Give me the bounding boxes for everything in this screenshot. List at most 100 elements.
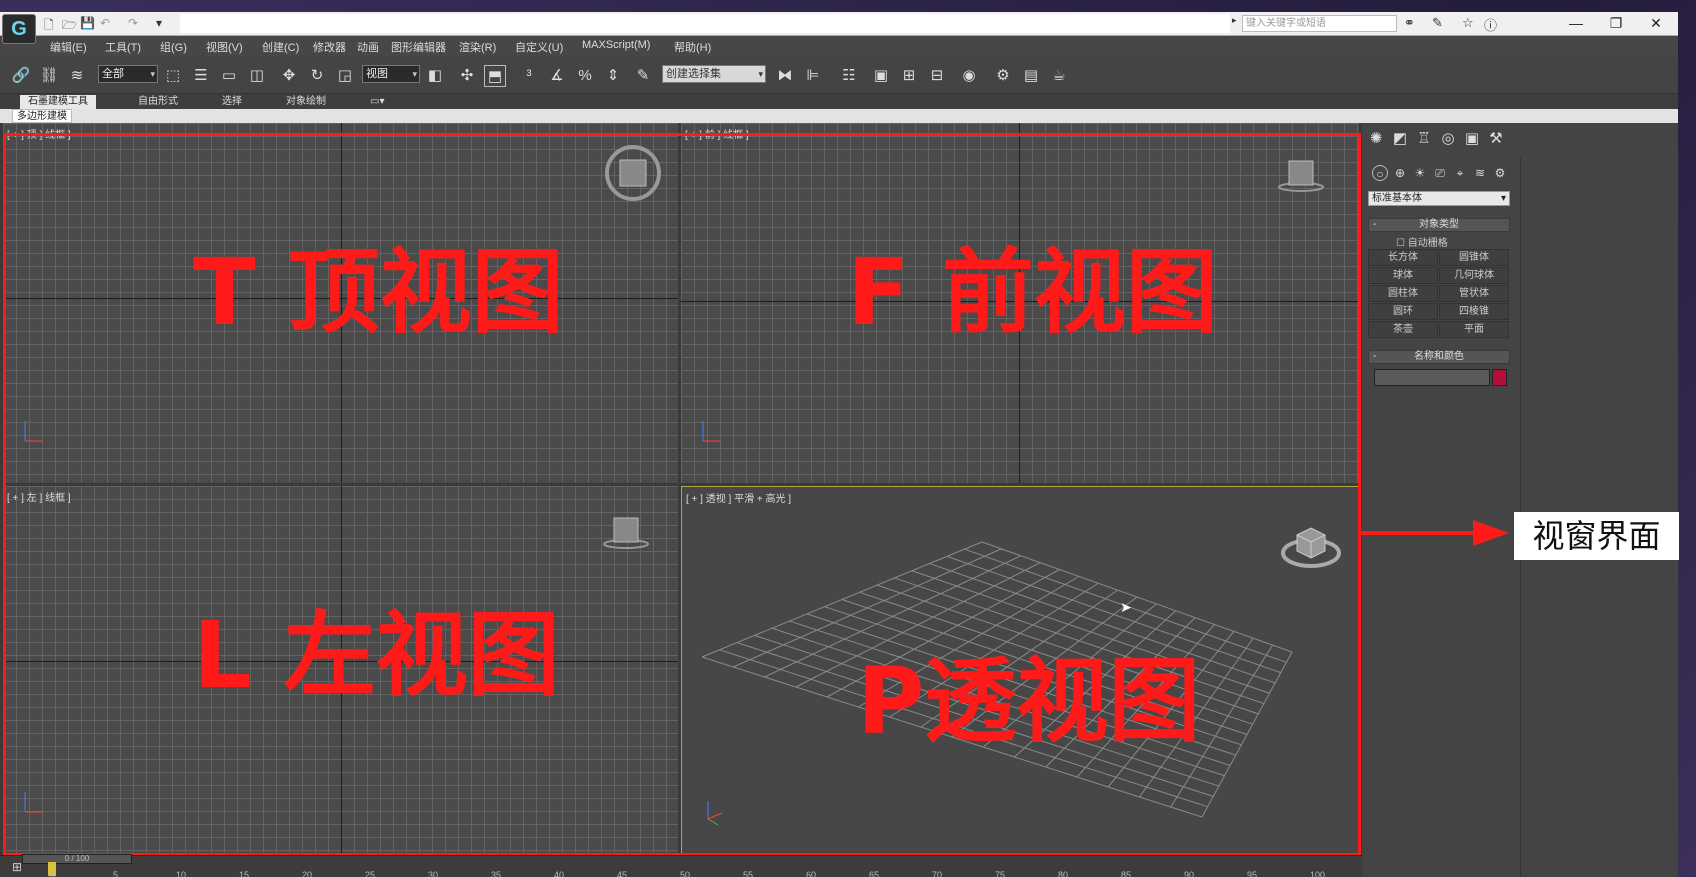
rotate-icon[interactable]: ↻ — [306, 65, 328, 87]
viewport-front-label[interactable]: [ + ] 前 ] 线框 ] — [685, 126, 749, 141]
geometry-icon[interactable]: ○ — [1372, 165, 1388, 181]
viewport-left[interactable]: [ + ] 左 ] 线框 ] L 左视图 — [3, 486, 678, 854]
keyboard-shortcut-override-icon[interactable]: ⬒ — [484, 65, 506, 87]
menu-view[interactable]: 视图(V) — [206, 39, 243, 55]
menu-edit[interactable]: 编辑(E) — [50, 39, 87, 55]
menu-create[interactable]: 创建(C) — [262, 39, 299, 55]
viewport-perspective[interactable]: [ + ] 透视 ] 平滑 + 高光 ] P透视图 ➤ — [681, 486, 1359, 854]
named-selection-set-select[interactable]: 创建选择集 ▾ — [662, 65, 766, 83]
create-tab-icon[interactable]: ✺ — [1366, 129, 1386, 149]
object-color-swatch[interactable] — [1492, 369, 1507, 386]
help-icon[interactable]: ⓘ — [1484, 15, 1497, 34]
edit-named-selection-icon[interactable]: ✎ — [632, 65, 654, 87]
tube-button[interactable]: 管状体 — [1439, 285, 1509, 302]
object-type-rollout[interactable]: - 对象类型 — [1368, 218, 1510, 232]
viewport-perspective-label[interactable]: [ + ] 透视 ] 平滑 + 高光 ] — [686, 490, 791, 505]
selection-filter-select[interactable]: 全部 ▾ — [98, 65, 158, 83]
menu-group[interactable]: 组(G) — [160, 39, 187, 55]
ribbon-tab-object-paint[interactable]: 对象绘制 — [278, 95, 334, 109]
menu-animation[interactable]: 动画 — [357, 39, 379, 55]
select-object-icon[interactable]: ⬚ — [162, 65, 184, 87]
hierarchy-tab-icon[interactable]: ♖ — [1414, 129, 1434, 149]
shapes-icon[interactable]: ⊕ — [1392, 165, 1408, 181]
teapot-button[interactable]: 茶壶 — [1368, 321, 1438, 338]
motion-tab-icon[interactable]: ◎ — [1438, 129, 1458, 149]
reference-coordinate-select[interactable]: 视图 ▾ — [362, 65, 420, 83]
menu-rendering[interactable]: 渲染(R) — [459, 39, 496, 55]
graphite-toggle-icon[interactable]: ▣ — [870, 65, 892, 87]
spinner-snap-icon[interactable]: ⇕ — [602, 65, 624, 87]
move-icon[interactable]: ✥ — [278, 65, 300, 87]
viewcube-icon[interactable] — [601, 512, 651, 557]
star-icon[interactable]: ☆ — [1462, 15, 1474, 31]
display-tab-icon[interactable]: ▣ — [1462, 129, 1482, 149]
cone-button[interactable]: 圆锥体 — [1439, 249, 1509, 266]
percent-snap-icon[interactable]: % — [574, 65, 596, 87]
undo-icon[interactable]: ↶ — [100, 16, 110, 30]
bind-spacewarp-icon[interactable]: ≋ — [66, 65, 88, 87]
menu-customize[interactable]: 自定义(U) — [515, 39, 563, 55]
systems-icon[interactable]: ⚙ — [1492, 165, 1508, 181]
ribbon-tab-graphite[interactable]: 石墨建模工具 — [20, 95, 96, 109]
pivot-center-icon[interactable]: ◧ — [424, 65, 446, 87]
app-logo[interactable]: G — [2, 14, 36, 44]
viewport-top[interactable]: [ + ] 顶 ] 线框 ] T 顶视图 — [3, 123, 678, 483]
viewport-left-label[interactable]: [ + ] 左 ] 线框 ] — [7, 489, 71, 504]
render-teapot-icon[interactable]: ☕ — [1048, 65, 1070, 87]
new-file-icon[interactable]: 🗋 — [44, 16, 54, 37]
torus-button[interactable]: 圆环 — [1368, 303, 1438, 320]
tools-icon[interactable]: ✎ — [1432, 15, 1443, 31]
plane-button[interactable]: 平面 — [1439, 321, 1509, 338]
binoculars-icon[interactable]: ⚭ — [1404, 15, 1415, 31]
angle-snap-icon[interactable]: ∡ — [546, 65, 568, 87]
viewport-front[interactable]: [ + ] 前 ] 线框 ] F 前视图 — [681, 123, 1359, 483]
unlink-icon[interactable]: ⛓ — [38, 65, 60, 87]
menu-modifiers[interactable]: 修改器 — [313, 39, 346, 55]
viewcube-icon[interactable] — [603, 143, 663, 208]
select-by-name-icon[interactable]: ☰ — [190, 65, 212, 87]
expand-arrow-icon[interactable]: ▸ — [1232, 15, 1237, 26]
menu-tools[interactable]: 工具(T) — [105, 39, 141, 55]
ribbon-tab-freeform[interactable]: 自由形式 — [130, 95, 186, 109]
geosphere-button[interactable]: 几何球体 — [1439, 267, 1509, 284]
autogrid-checkbox[interactable]: ☐ 自动栅格 — [1396, 234, 1448, 249]
snaps-toggle-icon[interactable]: ³ — [518, 65, 540, 87]
viewcube-icon[interactable] — [1277, 515, 1347, 580]
menu-help[interactable]: 帮助(H) — [674, 39, 711, 55]
menu-maxscript[interactable]: MAXScript(M) — [582, 39, 650, 51]
scale-icon[interactable]: ◲ — [334, 65, 356, 87]
redo-icon[interactable]: ↷ — [128, 16, 138, 30]
time-slider[interactable]: 0 / 100 — [22, 854, 132, 864]
schematic-view-icon[interactable]: ⊟ — [926, 65, 948, 87]
timeline-toggle-icon[interactable]: ⊞ — [12, 860, 22, 874]
quick-access-dropdown-icon[interactable]: ▾ — [156, 16, 162, 30]
mirror-icon[interactable]: ⧓ — [774, 65, 796, 87]
save-icon[interactable]: 💾 — [80, 16, 95, 30]
ribbon-subtab-polygon-modeling[interactable]: 多边形建模 — [12, 109, 72, 123]
material-editor-icon[interactable]: ◉ — [958, 65, 980, 87]
cylinder-button[interactable]: 圆柱体 — [1368, 285, 1438, 302]
align-icon[interactable]: ⊫ — [802, 65, 824, 87]
viewcube-icon[interactable] — [1276, 155, 1326, 200]
category-select[interactable]: 标准基本体 ▾ — [1368, 191, 1510, 206]
restore-button[interactable]: ❐ — [1596, 12, 1636, 35]
modify-tab-icon[interactable]: ◩ — [1390, 129, 1410, 149]
sphere-button[interactable]: 球体 — [1368, 267, 1438, 284]
cameras-icon[interactable]: ⎚ — [1432, 165, 1448, 181]
close-button[interactable]: ✕ — [1636, 12, 1676, 35]
object-name-input[interactable] — [1374, 369, 1490, 386]
ribbon-options-icon[interactable]: ▭▾ — [362, 95, 392, 109]
ribbon-tab-selection[interactable]: 选择 — [214, 95, 250, 109]
menu-graph-editors[interactable]: 图形编辑器 — [391, 39, 446, 55]
select-manipulate-icon[interactable]: ✣ — [456, 65, 478, 87]
window-crossing-icon[interactable]: ◫ — [246, 65, 268, 87]
curve-editor-icon[interactable]: ⊞ — [898, 65, 920, 87]
box-button[interactable]: 长方体 — [1368, 249, 1438, 266]
timeline[interactable]: ⊞ 0 / 100 0 5 10 15 20 25 30 35 40 45 50 55 60 65 70 75… — [0, 854, 1362, 877]
spacewarps-icon[interactable]: ≋ — [1472, 165, 1488, 181]
render-setup-icon[interactable]: ⚙ — [992, 65, 1014, 87]
utilities-tab-icon[interactable]: ⚒ — [1486, 129, 1506, 149]
search-input[interactable]: 键入关键字或短语 — [1242, 15, 1397, 32]
name-color-rollout[interactable]: - 名称和颜色 — [1368, 350, 1510, 364]
open-file-icon[interactable]: 🗁 — [62, 16, 77, 37]
